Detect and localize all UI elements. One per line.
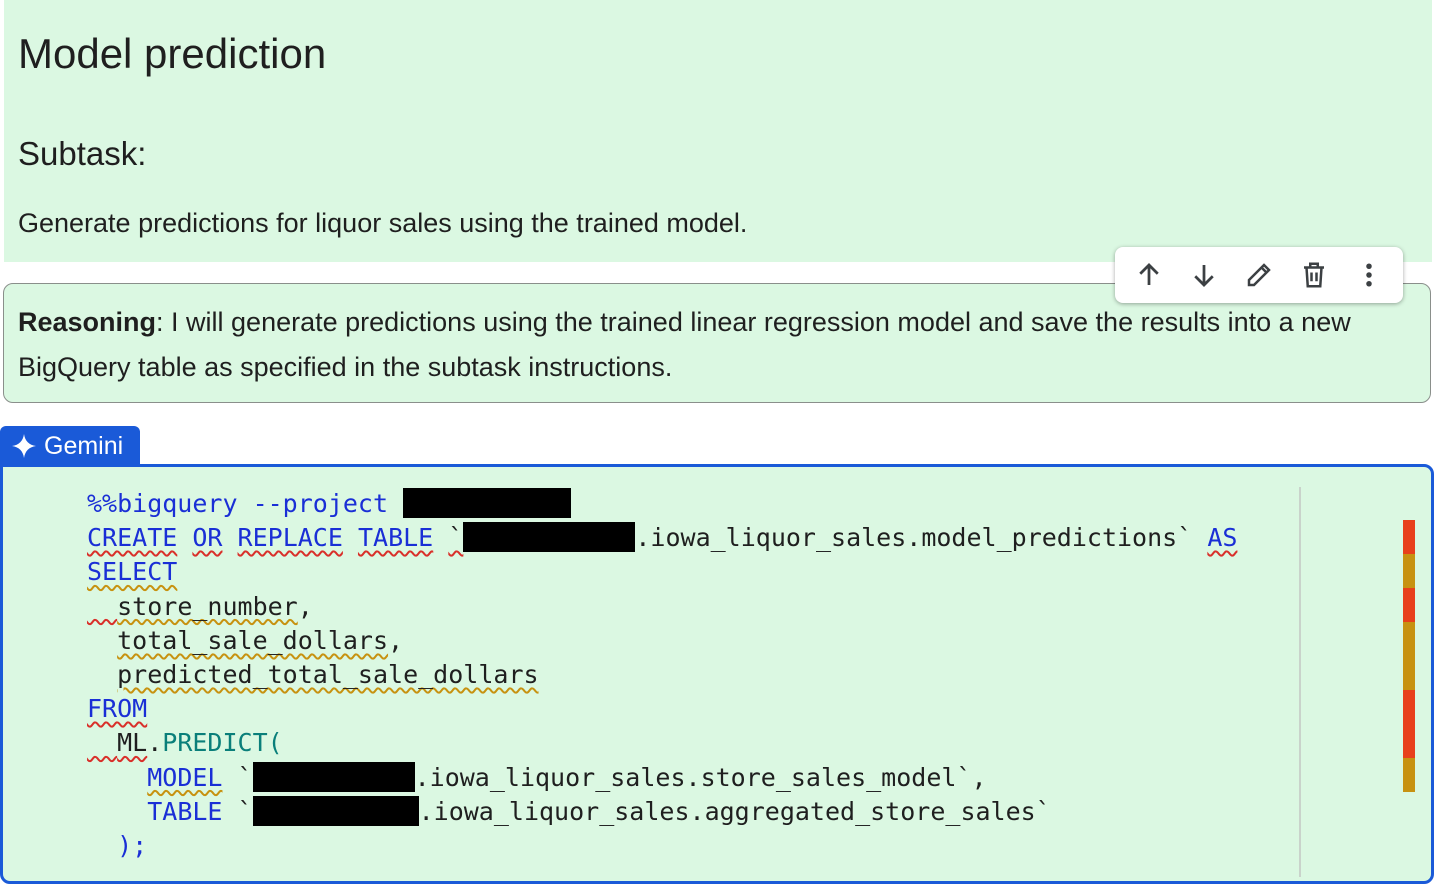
code-predict-fn: PREDICT( bbox=[162, 728, 283, 758]
code-col-store-number: store_number bbox=[117, 591, 298, 621]
code-close-paren: ); bbox=[117, 831, 148, 861]
arrow-up-icon bbox=[1138, 263, 1159, 285]
error-marker[interactable] bbox=[1403, 690, 1415, 758]
code-source-path: .iowa_liquor_sales.aggregated_store_sale… bbox=[418, 796, 1051, 826]
kw-select: SELECT bbox=[87, 557, 178, 587]
delete-button[interactable] bbox=[1292, 253, 1336, 297]
redacted-block bbox=[252, 761, 415, 792]
redacted-block bbox=[252, 795, 419, 826]
kw-table: TABLE bbox=[357, 523, 434, 553]
code-backtick: ` bbox=[448, 523, 464, 553]
code-model-path: .iowa_liquor_sales.store_sales_model`, bbox=[414, 762, 987, 792]
cell-subheading: Subtask: bbox=[18, 135, 147, 172]
move-up-button[interactable] bbox=[1127, 253, 1171, 297]
more-vert-icon bbox=[1366, 263, 1373, 287]
cell-paragraph: Generate predictions for liquor sales us… bbox=[18, 208, 748, 238]
move-down-button[interactable] bbox=[1182, 253, 1226, 297]
redacted-block bbox=[403, 488, 572, 518]
kw-table-2: TABLE bbox=[147, 796, 223, 826]
code-magic: %%bigquery --project bbox=[87, 489, 389, 518]
gemini-tab-label: Gemini bbox=[44, 431, 124, 460]
edit-icon bbox=[1247, 263, 1271, 287]
code-col-total-sale: total_sale_dollars bbox=[117, 625, 389, 655]
markdown-cell[interactable]: Model prediction Subtask: Generate predi… bbox=[4, 0, 1432, 262]
warning-marker[interactable] bbox=[1403, 758, 1415, 792]
code-ml: ML bbox=[117, 728, 148, 758]
code-col-predicted: predicted_total_sale_dollars bbox=[117, 660, 539, 690]
error-marker[interactable] bbox=[1403, 588, 1415, 622]
kw-model: MODEL bbox=[147, 762, 223, 792]
error-marker[interactable] bbox=[1403, 520, 1415, 554]
code-cell[interactable]: %%bigquery --project CREATE OR REPLACE T… bbox=[0, 464, 1434, 884]
edit-button[interactable] bbox=[1237, 253, 1281, 297]
gemini-tab[interactable]: Gemini bbox=[0, 426, 140, 466]
kw-as: AS bbox=[1207, 523, 1238, 553]
kw-create: CREATE bbox=[87, 523, 178, 553]
redacted-block bbox=[463, 522, 636, 553]
reasoning-text: Reasoning: I will generate predictions u… bbox=[18, 300, 1410, 390]
cell-heading: Model prediction bbox=[18, 30, 327, 77]
reasoning-label: Reasoning bbox=[18, 307, 157, 337]
cell-toolbar bbox=[1115, 247, 1403, 303]
warning-marker[interactable] bbox=[1403, 622, 1415, 690]
reasoning-body: : I will generate predictions using the … bbox=[18, 307, 1351, 382]
delete-icon bbox=[1304, 262, 1325, 288]
more-options-button[interactable] bbox=[1347, 253, 1391, 297]
warning-marker[interactable] bbox=[1403, 554, 1415, 588]
kw-or: OR bbox=[192, 523, 223, 553]
kw-replace: REPLACE bbox=[237, 523, 343, 553]
sparkle-icon bbox=[12, 434, 36, 458]
code-table-path: .iowa_liquor_sales.model_predictions` bbox=[635, 523, 1193, 553]
arrow-down-icon bbox=[1194, 265, 1214, 287]
kw-from: FROM bbox=[87, 694, 148, 724]
code-editor[interactable]: %%bigquery --project CREATE OR REPLACE T… bbox=[87, 487, 1237, 863]
minimap-divider bbox=[1299, 487, 1301, 877]
